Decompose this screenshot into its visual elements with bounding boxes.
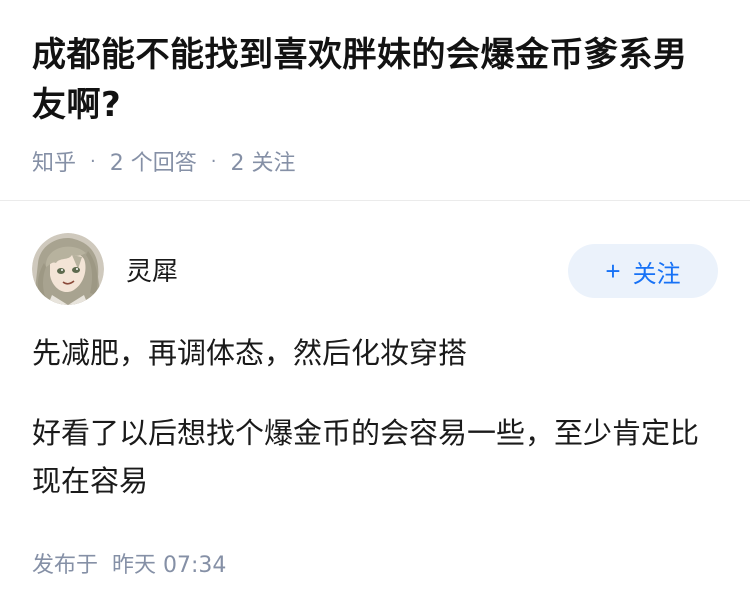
answer-footer: 发布于 昨天 07:34 [32, 548, 226, 584]
question-header: 成都能不能找到喜欢胖妹的会爆金币爹系男友啊? 知乎 · 2 个回答 · 2 关注 [0, 0, 750, 176]
author-name[interactable]: 灵犀 [126, 251, 178, 288]
follow-button-label: 关注 [632, 260, 681, 288]
meta-separator: · [210, 150, 217, 172]
question-title[interactable]: 成都能不能找到喜欢胖妹的会爆金币爹系男友啊? [32, 30, 718, 130]
answer-page: 成都能不能找到喜欢胖妹的会爆金币爹系男友啊? 知乎 · 2 个回答 · 2 关注 [0, 0, 750, 616]
published-label: 发布于 [32, 553, 99, 578]
published-time: 昨天 07:34 [112, 553, 227, 578]
followers-count[interactable]: 2 关注 [230, 145, 295, 177]
follow-button[interactable]: + 关注 [568, 244, 718, 298]
avatar-image [32, 233, 104, 305]
answer-content: 先减肥，再调体态，然后化妆穿搭 好看了以后想找个爆金币的会容易一些，至少肯定比现… [32, 329, 718, 505]
answer-paragraph: 先减肥，再调体态，然后化妆穿搭 [32, 336, 468, 370]
answer-paragraph: 好看了以后想找个爆金币的会容易一些，至少肯定比现在容易 [32, 416, 700, 498]
divider [0, 200, 750, 201]
avatar[interactable] [32, 233, 104, 305]
author-row: 灵犀 + 关注 [32, 233, 718, 305]
plus-icon: + [605, 256, 621, 286]
answer-card: 灵犀 + 关注 先减肥，再调体态，然后化妆穿搭 好看了以后想找个爆金币的会容易一… [32, 233, 718, 505]
answers-count[interactable]: 2 个回答 [110, 145, 197, 177]
meta-separator: · [90, 150, 96, 172]
question-meta: 知乎 · 2 个回答 · 2 关注 [32, 145, 718, 177]
source-label[interactable]: 知乎 [32, 145, 76, 177]
